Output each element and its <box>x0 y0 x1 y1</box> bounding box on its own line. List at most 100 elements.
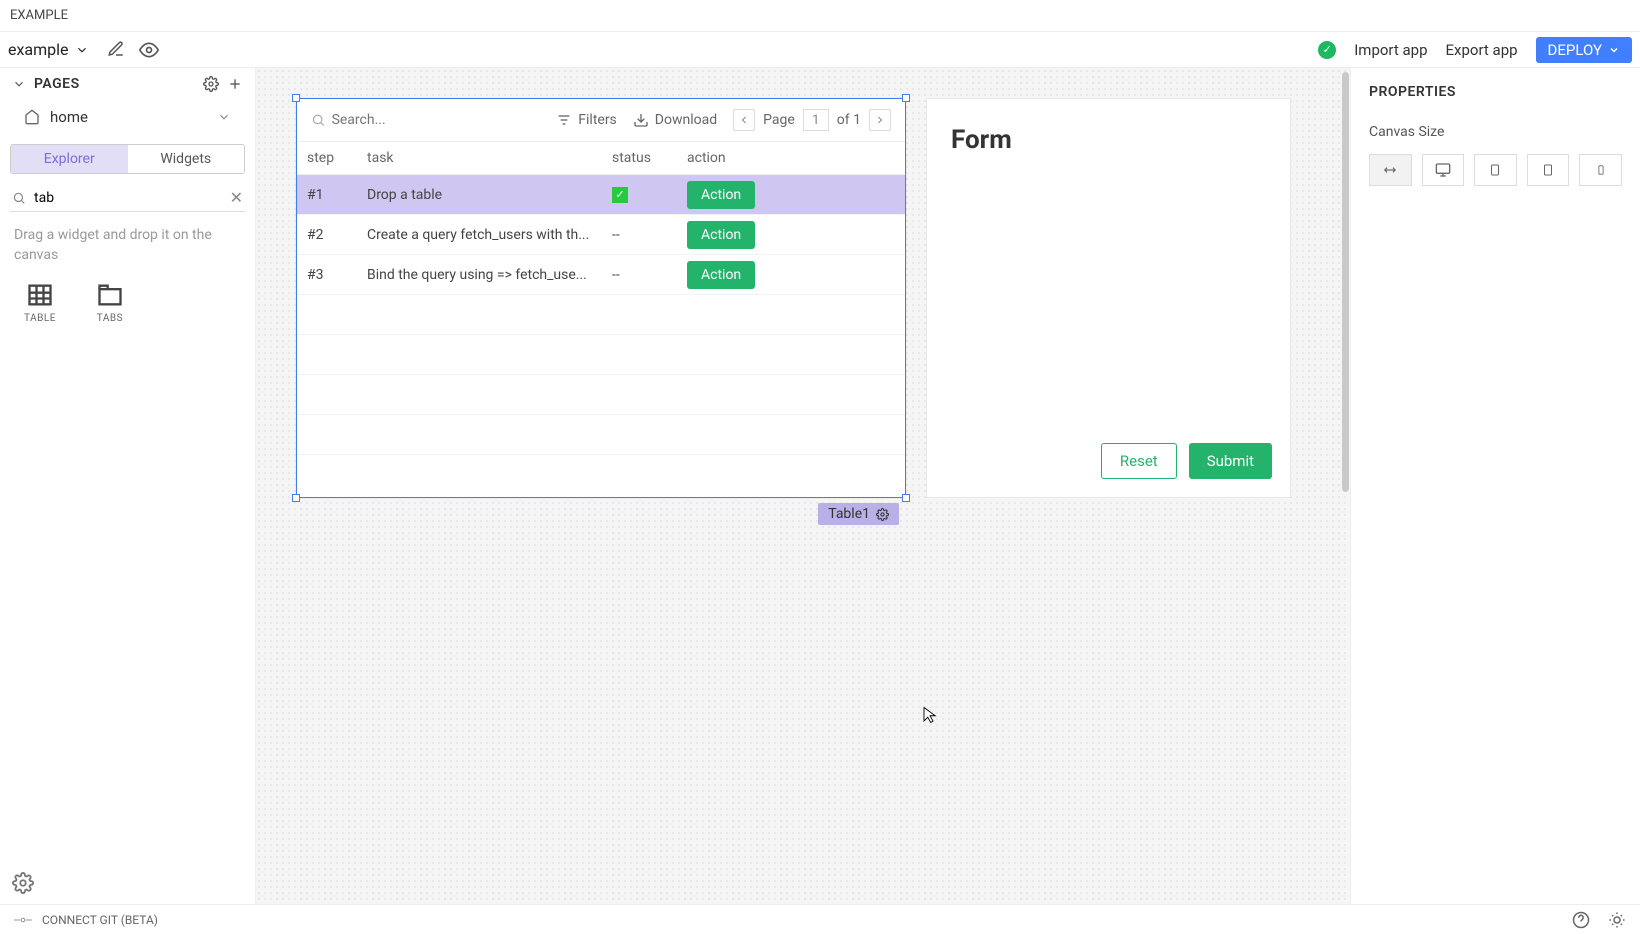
tab-explorer[interactable]: Explorer <box>11 145 128 173</box>
drag-hint: Drag a widget and drop it on the canvas <box>0 212 255 271</box>
cell-action: Action <box>677 181 905 209</box>
git-commit-icon <box>14 915 32 925</box>
form-title: Form <box>927 99 1290 181</box>
widget-name-tag[interactable]: Table1 <box>818 503 899 525</box>
tablet-portrait-icon <box>1489 162 1501 178</box>
resize-handle-icon[interactable] <box>902 94 910 102</box>
cell-step: #2 <box>297 227 357 243</box>
cell-action: Action <box>677 221 905 249</box>
widget-table[interactable]: TABLE <box>24 281 56 324</box>
action-button[interactable]: Action <box>687 181 755 209</box>
connect-git-label: CONNECT GIT (BETA) <box>42 913 158 927</box>
page-prev-button[interactable] <box>733 109 755 131</box>
tabs-icon <box>96 281 124 309</box>
tablet-landscape-icon <box>1542 162 1554 178</box>
home-icon <box>24 109 40 125</box>
col-action[interactable]: action <box>677 142 905 174</box>
page-name: home <box>50 108 207 126</box>
submit-button[interactable]: Submit <box>1189 443 1272 479</box>
resize-handle-icon[interactable] <box>292 94 300 102</box>
cell-step: #1 <box>297 187 357 203</box>
size-mobile-button[interactable] <box>1579 154 1622 186</box>
action-button[interactable]: Action <box>687 221 755 249</box>
cell-task: Drop a table <box>357 187 602 203</box>
action-button[interactable]: Action <box>687 261 755 289</box>
app-name-dropdown[interactable]: example <box>8 40 89 59</box>
import-app-link[interactable]: Import app <box>1354 41 1427 59</box>
paginator: Page of 1 <box>733 109 891 131</box>
cell-task: Create a query fetch_users with th... <box>357 227 602 243</box>
table-row <box>297 335 905 375</box>
help-icon[interactable] <box>1572 911 1590 929</box>
canvas-size-label: Canvas Size <box>1369 124 1622 140</box>
col-task[interactable]: task <box>357 142 602 174</box>
page-item-home[interactable]: home <box>0 100 255 134</box>
pages-settings-gear-icon[interactable] <box>203 76 219 92</box>
cell-action: Action <box>677 261 905 289</box>
table-row[interactable]: #3 Bind the query using => fetch_use... … <box>297 255 905 295</box>
page-of: of 1 <box>837 112 861 128</box>
status-ok-icon: ✓ <box>1318 41 1336 59</box>
export-app-link[interactable]: Export app <box>1446 41 1518 59</box>
canvas-scrollbar[interactable] <box>1340 68 1350 904</box>
debug-icon[interactable] <box>1608 911 1626 929</box>
table-row[interactable]: #2 Create a query fetch_users with th...… <box>297 215 905 255</box>
mobile-icon <box>1596 162 1606 178</box>
page-label: Page <box>763 112 795 128</box>
eye-icon[interactable] <box>139 40 159 60</box>
widget-label: TABLE <box>24 313 56 324</box>
footer-bar: CONNECT GIT (BETA) <box>0 904 1640 934</box>
col-status[interactable]: status <box>602 142 677 174</box>
table-toolbar: Filters Download Page of 1 <box>297 99 905 142</box>
check-icon: ✓ <box>612 187 628 203</box>
window-titlebar: EXAMPLE <box>0 0 1640 32</box>
widget-list: TABLE TABS <box>0 271 255 334</box>
sidebar: PAGES home Explorer Widgets ✕ <box>0 68 256 904</box>
add-page-plus-icon[interactable] <box>227 76 243 92</box>
clear-search-icon[interactable]: ✕ <box>230 188 243 207</box>
resize-handle-icon[interactable] <box>902 494 910 502</box>
sidebar-tabs: Explorer Widgets <box>10 144 245 174</box>
search-icon <box>12 191 26 205</box>
page-number-input[interactable] <box>803 109 829 131</box>
download-icon <box>633 112 649 128</box>
widget-tabs[interactable]: TABS <box>96 281 124 324</box>
size-auto-button[interactable] <box>1369 154 1412 186</box>
size-tablet-landscape-button[interactable] <box>1527 154 1570 186</box>
filters-button[interactable]: Filters <box>556 112 617 128</box>
page-next-button[interactable] <box>869 109 891 131</box>
filter-icon <box>556 112 572 128</box>
table-search[interactable] <box>311 112 540 128</box>
size-desktop-button[interactable] <box>1422 154 1465 186</box>
cell-status: ✓ <box>602 186 677 203</box>
app-bar: example ✓ Import app Export app DEPLOY <box>0 32 1640 68</box>
resize-handle-icon[interactable] <box>292 494 300 502</box>
table-row <box>297 375 905 415</box>
form-widget[interactable]: Form Reset Submit <box>926 98 1291 498</box>
canvas[interactable]: Filters Download Page of 1 <box>256 68 1350 904</box>
deploy-button[interactable]: DEPLOY <box>1536 37 1632 63</box>
table-header: step task status action <box>297 142 905 175</box>
cell-status: -- <box>602 267 677 283</box>
widget-search-input[interactable] <box>34 190 222 206</box>
table-row[interactable]: #1 Drop a table ✓ Action <box>297 175 905 215</box>
col-step[interactable]: step <box>297 142 357 174</box>
deploy-label: DEPLOY <box>1548 41 1602 59</box>
chevron-down-icon <box>217 110 231 124</box>
table-search-input[interactable] <box>332 112 541 128</box>
pages-collapse-chevron-icon[interactable] <box>12 77 26 91</box>
widget-label: TABS <box>97 313 123 324</box>
edit-icon[interactable] <box>107 40 125 60</box>
size-tablet-portrait-button[interactable] <box>1474 154 1517 186</box>
reset-button[interactable]: Reset <box>1101 443 1177 479</box>
download-button[interactable]: Download <box>633 112 717 128</box>
desktop-icon <box>1434 162 1452 178</box>
connect-git-button[interactable]: CONNECT GIT (BETA) <box>14 913 158 927</box>
canvas-size-options <box>1369 154 1622 186</box>
cursor-icon <box>921 703 939 727</box>
properties-panel: PROPERTIES Canvas Size <box>1350 68 1640 904</box>
settings-gear-icon[interactable] <box>12 872 34 894</box>
table-widget[interactable]: Filters Download Page of 1 <box>296 98 906 498</box>
tab-widgets[interactable]: Widgets <box>128 145 245 173</box>
chevron-left-icon <box>738 114 750 126</box>
